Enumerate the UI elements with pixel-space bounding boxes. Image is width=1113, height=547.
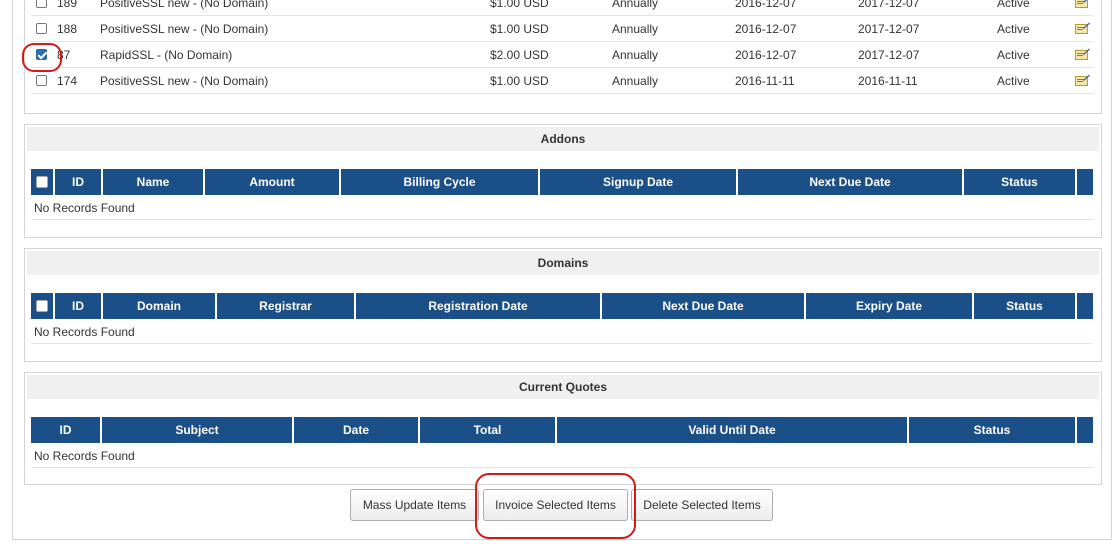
cell-amount: $1.00 USD xyxy=(490,22,549,36)
cell-amount: $2.00 USD xyxy=(490,48,549,62)
domains-col-status[interactable]: Status xyxy=(974,293,1075,319)
addons-col-signup-date[interactable]: Signup Date xyxy=(540,169,736,195)
cell-cycle: Annually xyxy=(612,74,659,88)
addons-col-billing-cycle[interactable]: Billing Cycle xyxy=(341,169,538,195)
cell-next-due: 2017-12-07 xyxy=(858,22,920,36)
table-row: 174 PositiveSSL new - (No Domain) $1.00 US… xyxy=(31,68,1093,94)
cell-status: Active xyxy=(997,74,1030,88)
divider xyxy=(31,467,1093,468)
cell-signup: 2016-11-11 xyxy=(735,74,795,88)
cell-name[interactable]: PositiveSSL new - (No Domain) xyxy=(100,22,268,36)
highlight-invoice-button xyxy=(475,473,636,539)
cell-cycle: Annually xyxy=(612,0,659,10)
cell-status: Active xyxy=(997,0,1030,10)
edit-icon[interactable] xyxy=(1075,0,1090,8)
addons-select-all-checkbox[interactable] xyxy=(36,176,48,188)
cell-cycle: Annually xyxy=(612,22,659,36)
edit-icon[interactable] xyxy=(1075,74,1090,86)
addons-col-id[interactable]: ID xyxy=(55,169,101,195)
quotes-col-subject[interactable]: Subject xyxy=(102,417,292,443)
domains-empty-message: No Records Found xyxy=(34,325,135,339)
addons-select-all-cell xyxy=(31,169,53,195)
cell-id: 174 xyxy=(57,74,78,88)
quotes-col-valid-until-date[interactable]: Valid Until Date xyxy=(557,417,907,443)
table-row: 189 PositiveSSL new - (No Domain) $1.00 US… xyxy=(31,0,1093,16)
domains-section: Domains ID Domain Registrar Registration… xyxy=(24,248,1102,362)
edit-icon[interactable] xyxy=(1075,22,1090,34)
quotes-section: Current Quotes ID Subject Date Total Val… xyxy=(24,372,1102,485)
addons-empty-message: No Records Found xyxy=(34,201,135,215)
cell-name[interactable]: PositiveSSL new - (No Domain) xyxy=(100,74,268,88)
cell-signup: 2016-12-07 xyxy=(735,0,797,10)
cell-id: 188 xyxy=(57,22,78,36)
quotes-col-status[interactable]: Status xyxy=(909,417,1075,443)
row-select-checkbox[interactable] xyxy=(36,75,47,86)
domains-col-registration-date[interactable]: Registration Date xyxy=(356,293,600,319)
cell-id: 189 xyxy=(57,0,78,10)
addons-table-header: ID Name Amount Billing Cycle Signup Date… xyxy=(31,169,1093,195)
cell-next-due: 2017-12-07 xyxy=(858,0,920,10)
mass-update-items-button[interactable]: Mass Update Items xyxy=(350,489,479,521)
cell-next-due: 2017-12-07 xyxy=(858,48,920,62)
delete-selected-items-button[interactable]: Delete Selected Items xyxy=(631,489,773,521)
quotes-table-header: ID Subject Date Total Valid Until Date S… xyxy=(31,417,1093,443)
divider xyxy=(31,343,1093,344)
quotes-col-actions xyxy=(1077,417,1093,443)
domains-select-all-cell xyxy=(31,293,53,319)
domains-col-registrar[interactable]: Registrar xyxy=(217,293,354,319)
cell-amount: $1.00 USD xyxy=(490,0,549,10)
domains-col-expiry-date[interactable]: Expiry Date xyxy=(806,293,972,319)
quotes-empty-message: No Records Found xyxy=(34,449,135,463)
addons-section: Addons ID Name Amount Billing Cycle Sign… xyxy=(24,124,1102,238)
cell-name[interactable]: RapidSSL - (No Domain) xyxy=(100,48,232,62)
cell-cycle: Annually xyxy=(612,48,659,62)
row-select-checkbox[interactable] xyxy=(36,23,47,34)
cell-status: Active xyxy=(997,48,1030,62)
cell-amount: $1.00 USD xyxy=(490,74,549,88)
quotes-col-total[interactable]: Total xyxy=(420,417,555,443)
addons-col-name[interactable]: Name xyxy=(103,169,203,195)
table-row: 188 PositiveSSL new - (No Domain) $1.00 US… xyxy=(31,16,1093,42)
divider xyxy=(31,219,1093,220)
edit-icon[interactable] xyxy=(1075,48,1090,60)
domains-title: Domains xyxy=(27,251,1099,275)
quotes-title: Current Quotes xyxy=(27,375,1099,399)
domains-table-header: ID Domain Registrar Registration Date Ne… xyxy=(31,293,1093,319)
cell-next-due: 2016-11-11 xyxy=(858,74,918,88)
cell-signup: 2016-12-07 xyxy=(735,22,797,36)
cell-signup: 2016-12-07 xyxy=(735,48,797,62)
domains-col-actions xyxy=(1077,293,1093,319)
addons-col-next-due-date[interactable]: Next Due Date xyxy=(738,169,962,195)
cell-status: Active xyxy=(997,22,1030,36)
addons-col-status[interactable]: Status xyxy=(964,169,1075,195)
quotes-col-id[interactable]: ID xyxy=(31,417,100,443)
domains-col-id[interactable]: ID xyxy=(55,293,101,319)
table-row: 87 RapidSSL - (No Domain) $2.00 USD Annuall… xyxy=(31,42,1093,68)
row-select-checkbox[interactable] xyxy=(36,0,47,8)
domains-col-next-due-date[interactable]: Next Due Date xyxy=(602,293,804,319)
addons-col-amount[interactable]: Amount xyxy=(205,169,339,195)
highlight-selected-checkbox xyxy=(22,43,62,72)
domains-select-all-checkbox[interactable] xyxy=(36,300,48,312)
quotes-col-date[interactable]: Date xyxy=(294,417,418,443)
addons-title: Addons xyxy=(27,127,1099,151)
addons-col-actions xyxy=(1077,169,1093,195)
domains-col-domain[interactable]: Domain xyxy=(103,293,215,319)
cell-name[interactable]: PositiveSSL new - (No Domain) xyxy=(100,0,268,10)
